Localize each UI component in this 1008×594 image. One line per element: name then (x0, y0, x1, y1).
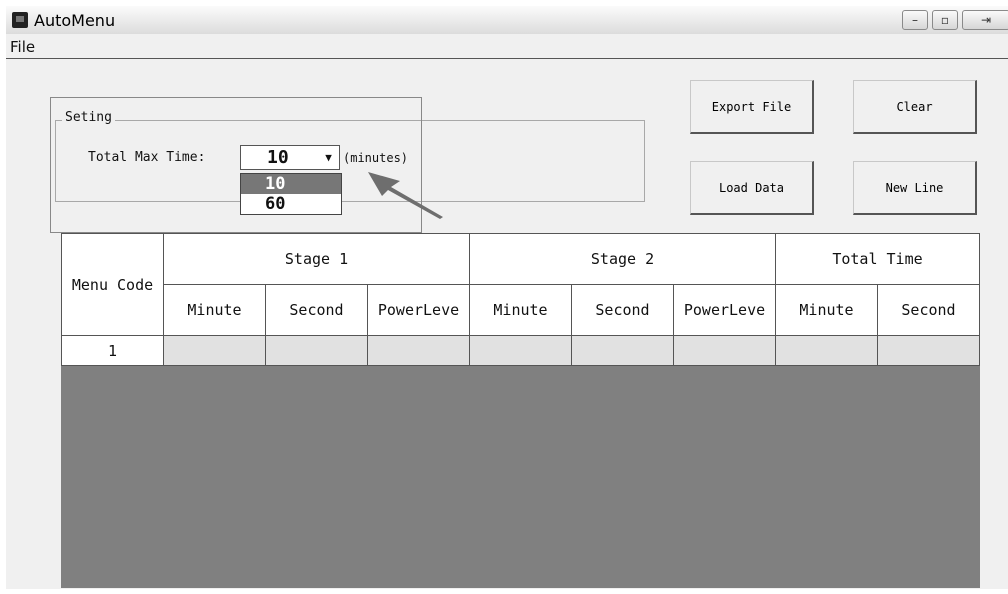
table-cell[interactable] (469, 335, 572, 366)
max-time-dropdown: 10 60 (240, 173, 342, 215)
stage-2-header: Stage 2 (469, 233, 776, 285)
maximize-button[interactable]: ▫ (932, 10, 958, 30)
max-time-label: Total Max Time: (88, 150, 206, 165)
menu-code-header: Menu Code (61, 233, 164, 336)
combo-value: 10 (267, 147, 289, 168)
column-header: Minute (469, 284, 572, 336)
table-cell[interactable] (367, 335, 470, 366)
export-file-button[interactable]: Export File (690, 80, 814, 134)
title-bar: AutoMenu – ▫ ⇥ (6, 6, 1008, 34)
column-header: Second (265, 284, 368, 336)
total-time-header: Total Time (775, 233, 980, 285)
menu-code-cell[interactable]: 1 (61, 335, 164, 366)
column-header: Second (571, 284, 674, 336)
column-header: Minute (775, 284, 878, 336)
close-button[interactable]: ⇥ (962, 10, 1008, 30)
column-header: PowerLeve (367, 284, 470, 336)
minutes-unit-label: (minutes) (343, 151, 409, 165)
menu-bar: File (6, 34, 1008, 59)
menu-file[interactable]: File (10, 38, 35, 56)
load-data-button[interactable]: Load Data (690, 161, 814, 215)
table-cell[interactable] (163, 335, 266, 366)
column-header: Minute (163, 284, 266, 336)
table-cell[interactable] (265, 335, 368, 366)
column-header: PowerLeve (673, 284, 776, 336)
dropdown-option-60[interactable]: 60 (241, 194, 341, 214)
dropdown-option-10[interactable]: 10 (241, 174, 341, 194)
stage-1-header: Stage 1 (163, 233, 470, 285)
table-cell[interactable] (673, 335, 776, 366)
app-icon (12, 12, 28, 28)
table-row[interactable]: 1 (61, 335, 980, 366)
max-time-combo[interactable]: 10 ▼ (240, 145, 340, 170)
window-title: AutoMenu (34, 11, 116, 30)
table-cell[interactable] (571, 335, 674, 366)
clear-button[interactable]: Clear (853, 80, 977, 134)
menu-table: Menu Code Stage 1 Stage 2 Total Time Min… (61, 233, 980, 366)
pointer-arrow-icon (368, 172, 443, 219)
new-line-button[interactable]: New Line (853, 161, 977, 215)
table-cell[interactable] (775, 335, 878, 366)
column-header: Second (877, 284, 980, 336)
table-cell[interactable] (877, 335, 980, 366)
minimize-button[interactable]: – (902, 10, 928, 30)
chevron-down-icon[interactable]: ▼ (320, 149, 337, 166)
